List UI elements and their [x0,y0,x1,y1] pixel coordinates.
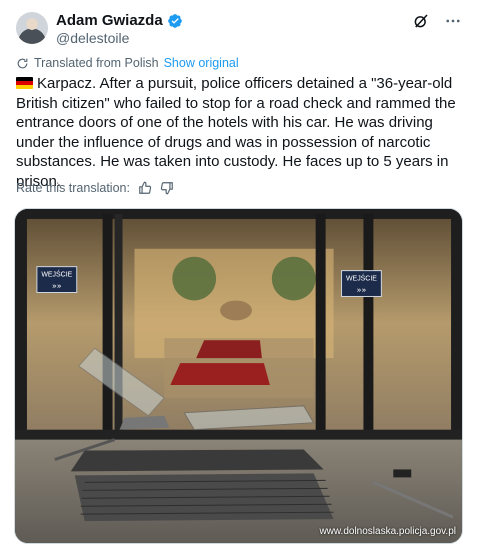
tweet-text: Karpacz. After a pursuit, police officer… [16,74,468,191]
thumbs-up-icon[interactable] [138,181,152,195]
display-name[interactable]: Adam Gwiazda [56,12,163,29]
rate-translation: Rate this translation: [16,181,174,195]
rate-label: Rate this translation: [16,181,130,195]
tweet-header: Adam Gwiazda @delestoile [16,10,466,46]
author-handle[interactable]: @delestoile [56,30,129,46]
entrance-sign-right: WEJŚCIE [346,274,377,283]
tweet-body: Karpacz. After a pursuit, police officer… [16,75,456,190]
translation-notice: Translated from Polish Show original [16,56,239,70]
grok-icon[interactable] [412,12,430,30]
verified-badge-icon [167,13,182,28]
entrance-sign-left: WEJŚCIE [41,270,72,279]
translate-icon [17,58,28,68]
svg-text:»»: »» [52,282,62,291]
avatar[interactable] [16,12,48,44]
germany-flag-icon [16,77,33,89]
thumbs-down-icon[interactable] [160,181,174,195]
more-icon[interactable] [444,12,462,30]
svg-text:»»: »» [357,286,367,295]
show-original-link[interactable]: Show original [164,56,239,70]
author-name-row[interactable]: Adam Gwiazda [56,12,183,29]
tweet-photo[interactable]: WEJŚCIE »» WEJŚCIE »» www.dolnoslaska.po… [14,208,463,544]
header-actions [412,12,462,30]
photo-watermark: www.dolnoslaska.policja.gov.pl [319,526,456,537]
hotel-entrance-image: WEJŚCIE »» WEJŚCIE »» [15,209,462,543]
translation-label: Translated from Polish [34,56,159,70]
